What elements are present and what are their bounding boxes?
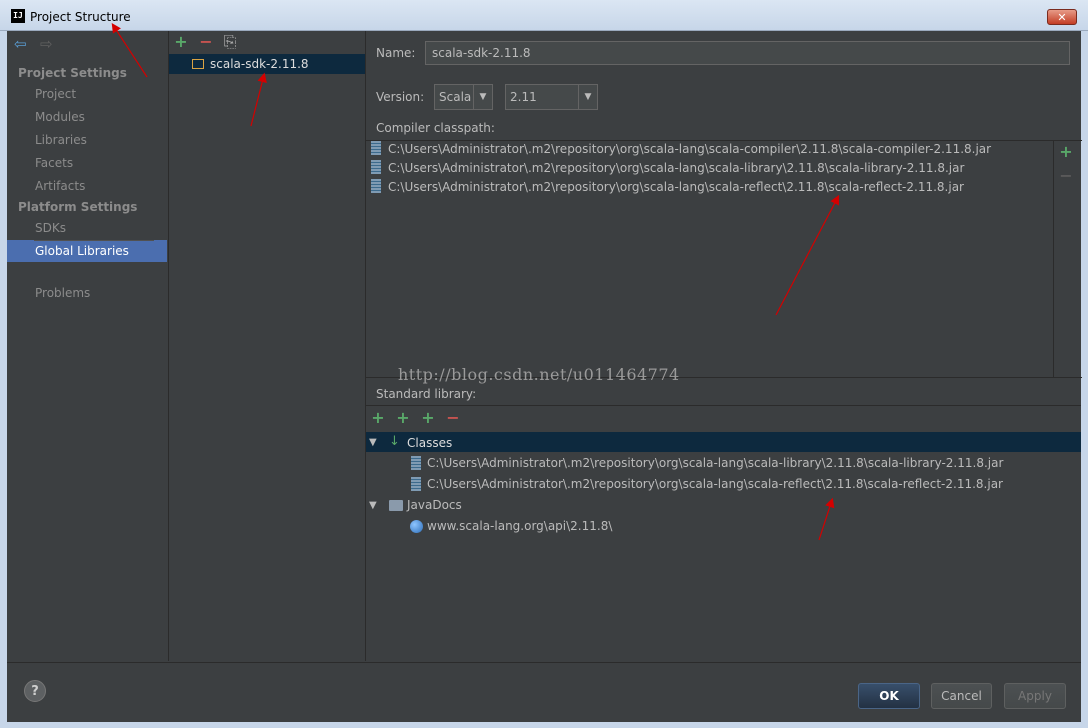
jar-icon	[411, 477, 421, 491]
javadoc-url-entry[interactable]: www.scala-lang.org\api\2.11.8\	[427, 519, 612, 533]
title-bar	[0, 0, 1088, 31]
standard-library-label: Standard library:	[376, 387, 477, 401]
copy-library-icon[interactable]: ⎘	[222, 34, 238, 50]
classes-entry[interactable]: C:\Users\Administrator\.m2\repository\or…	[427, 477, 1003, 491]
expand-triangle-icon[interactable]: ▼	[369, 437, 377, 448]
chevron-down-icon: ▼	[578, 85, 597, 109]
classpath-entry[interactable]: C:\Users\Administrator\.m2\repository\or…	[388, 161, 964, 175]
chevron-down-icon: ▼	[473, 85, 492, 109]
nav-item-libraries[interactable]: Libraries	[7, 129, 167, 151]
close-icon[interactable]: ✕	[1047, 9, 1077, 25]
compiler-classpath-list[interactable]	[366, 140, 1053, 378]
nav-divider	[34, 240, 154, 241]
add-root-button[interactable]: +	[370, 410, 386, 426]
compiler-classpath-label: Compiler classpath:	[376, 121, 495, 135]
library-list-pane: + − ⎘ scala-sdk-2.11.8	[169, 31, 366, 661]
jar-icon	[371, 179, 381, 193]
back-arrow-icon[interactable]: ⇦	[14, 35, 27, 53]
classes-entry[interactable]: C:\Users\Administrator\.m2\repository\or…	[427, 456, 1003, 470]
cancel-button[interactable]: Cancel	[931, 683, 992, 709]
apply-button: Apply	[1004, 683, 1066, 709]
classes-tree-node[interactable]	[366, 432, 1081, 452]
add-classpath-button[interactable]: +	[1058, 144, 1074, 160]
library-list-item[interactable]: scala-sdk-2.11.8	[169, 54, 365, 74]
nav-section-platform-settings: Platform Settings	[18, 200, 138, 214]
add-jar-root-button[interactable]: +	[420, 410, 436, 426]
add-web-root-button[interactable]: +	[395, 410, 411, 426]
standard-library-toolbar	[366, 405, 1081, 432]
ok-button[interactable]: OK	[858, 683, 920, 709]
help-icon[interactable]: ?	[24, 680, 46, 702]
settings-nav: ⇦ ⇨ Project Settings Project Modules Lib…	[7, 31, 169, 661]
jar-icon	[371, 160, 381, 174]
globe-icon	[410, 520, 423, 533]
nav-item-modules[interactable]: Modules	[7, 106, 167, 128]
name-label: Name:	[376, 46, 416, 60]
classpath-entry[interactable]: C:\Users\Administrator\.m2\repository\or…	[388, 180, 964, 194]
remove-root-button[interactable]: −	[445, 410, 461, 426]
remove-library-button[interactable]: −	[198, 34, 214, 50]
jar-icon	[371, 141, 381, 155]
nav-item-global-libraries[interactable]: Global Libraries	[7, 240, 167, 262]
expand-triangle-icon[interactable]: ▼	[369, 500, 377, 511]
version-language-value: Scala	[439, 90, 472, 104]
remove-classpath-button[interactable]: −	[1058, 168, 1074, 184]
watermark-url: http://blog.csdn.net/u011464774	[398, 365, 680, 384]
javadocs-label: JavaDocs	[407, 498, 462, 512]
version-label: Version:	[376, 90, 425, 104]
version-number-select[interactable]: 2.11 ▼	[505, 84, 598, 110]
classpath-entry[interactable]: C:\Users\Administrator\.m2\repository\or…	[388, 142, 991, 156]
folder-icon	[389, 500, 403, 511]
nav-item-problems[interactable]: Problems	[7, 282, 167, 304]
nav-item-facets[interactable]: Facets	[7, 152, 167, 174]
nav-section-project-settings: Project Settings	[18, 66, 127, 80]
forward-arrow-icon[interactable]: ⇨	[40, 35, 53, 53]
add-library-button[interactable]: +	[173, 34, 189, 50]
version-language-select[interactable]: Scala ▼	[434, 84, 493, 110]
classes-label: Classes	[407, 436, 453, 450]
classes-icon: ↓	[389, 434, 400, 449]
version-number-value: 2.11	[510, 90, 537, 104]
nav-item-artifacts[interactable]: Artifacts	[7, 175, 167, 197]
nav-item-sdks[interactable]: SDKs	[7, 217, 167, 239]
window-title: Project Structure	[30, 10, 131, 24]
nav-item-project[interactable]: Project	[7, 83, 167, 105]
library-icon	[192, 59, 204, 69]
library-name-input[interactable]: scala-sdk-2.11.8	[425, 41, 1070, 65]
intellij-app-icon: IJ	[11, 9, 25, 23]
jar-icon	[411, 456, 421, 470]
library-name-label: scala-sdk-2.11.8	[210, 57, 309, 71]
